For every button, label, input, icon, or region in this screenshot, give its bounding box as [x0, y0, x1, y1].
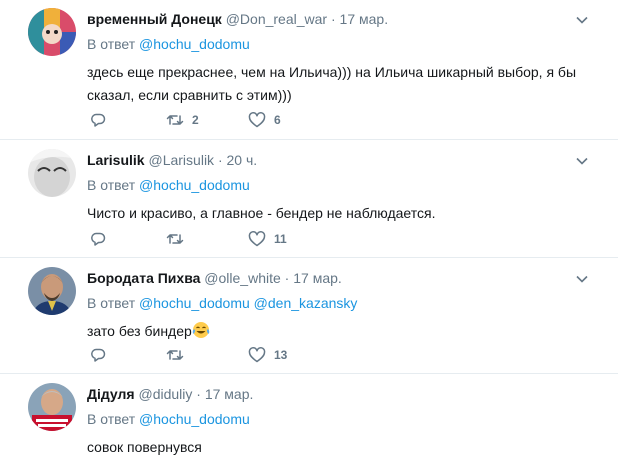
tweet-header: Бородата Пихва @olle_white · 17 мар.	[87, 270, 342, 286]
reply-context: В ответ @hochu_dodomu @den_kazansky	[87, 295, 357, 311]
separator-dot: ·	[330, 11, 336, 27]
like-button[interactable]: 6	[248, 110, 281, 130]
reply-icon	[91, 348, 106, 362]
retweet-button[interactable]	[166, 345, 184, 365]
retweet-icon	[166, 234, 184, 244]
reply-button[interactable]	[89, 229, 107, 249]
tweet-header: Дідуля @diduliy · 17 мар.	[87, 386, 253, 402]
avatar[interactable]	[28, 8, 76, 56]
tweet-text: здесь еще прекраснее, чем на Ильича))) н…	[87, 61, 587, 107]
tweet-text-line: здесь еще прекраснее, чем на Ильича))) н…	[87, 64, 577, 80]
timestamp[interactable]: 20 ч.	[227, 152, 258, 168]
face-with-tears-of-joy-icon	[192, 322, 210, 338]
tweet-text-line: Чисто и красиво, а главное - бендер не н…	[87, 205, 436, 221]
heart-icon	[248, 112, 266, 128]
chevron-down-icon[interactable]	[574, 153, 590, 169]
retweet-count: 2	[192, 113, 199, 127]
like-count: 13	[274, 348, 288, 362]
reply-mention[interactable]: @hochu_dodomu	[139, 36, 250, 52]
reply-button[interactable]	[89, 110, 107, 130]
tweet[interactable]: Larisulik @Larisulik · 20 ч. В ответ @ho…	[0, 141, 618, 258]
tweet-text: зато без биндер	[87, 320, 587, 343]
avatar[interactable]	[28, 383, 76, 431]
chevron-down-icon[interactable]	[574, 12, 590, 28]
display-name[interactable]: Larisulik	[87, 152, 145, 168]
like-button[interactable]: 13	[248, 345, 287, 365]
tweet-text: совок повернувся	[87, 436, 587, 458]
reply-context: В ответ @hochu_dodomu	[87, 177, 250, 193]
user-handle[interactable]: @olle_white	[204, 270, 280, 286]
user-handle[interactable]: @Don_real_war	[226, 11, 327, 27]
tweet-text-line: сказал, если сравнить с этим)))	[87, 87, 292, 103]
reply-context: В ответ @hochu_dodomu	[87, 411, 250, 427]
tweet-text-line: совок повернувся	[87, 439, 202, 455]
like-count: 6	[274, 113, 281, 127]
heart-icon	[248, 231, 266, 247]
reply-prefix: В ответ	[87, 36, 136, 52]
tweet-text-line: зато без биндер	[87, 320, 587, 343]
like-button[interactable]: 11	[248, 229, 287, 249]
retweet-button[interactable]: 2	[166, 110, 199, 130]
chevron-down-icon[interactable]	[574, 271, 590, 287]
separator-dot: ·	[196, 386, 201, 402]
tweet[interactable]: Дідуля @diduliy · 17 мар. В ответ @hochu…	[0, 375, 618, 458]
separator-dot: ·	[217, 152, 223, 168]
action-bar: 13	[89, 345, 449, 365]
timestamp[interactable]: 17 мар.	[293, 270, 342, 286]
reply-icon	[91, 232, 106, 246]
reply-mention[interactable]: @hochu_dodomu	[139, 411, 250, 427]
heart-icon	[248, 347, 266, 363]
display-name[interactable]: Дідуля	[87, 386, 135, 402]
timestamp[interactable]: 17 мар.	[340, 11, 389, 27]
timestamp[interactable]: 17 мар.	[205, 386, 254, 402]
retweet-button[interactable]	[166, 229, 184, 249]
display-name[interactable]: Бородата Пихва	[87, 270, 200, 286]
action-bar: 11	[89, 229, 449, 249]
reply-button[interactable]	[89, 345, 107, 365]
tweet-text-content: зато без биндер	[87, 323, 192, 339]
retweet-icon	[166, 350, 184, 360]
tweet-header: Larisulik @Larisulik · 20 ч.	[87, 152, 257, 168]
avatar[interactable]	[28, 267, 76, 315]
reply-prefix: В ответ	[87, 177, 136, 193]
user-handle[interactable]: @diduliy	[138, 386, 192, 402]
reply-prefix: В ответ	[87, 411, 136, 427]
reply-icon	[91, 113, 106, 127]
reply-mention[interactable]: @den_kazansky	[254, 295, 358, 311]
like-count: 11	[274, 232, 287, 246]
reply-prefix: В ответ	[87, 295, 136, 311]
reply-context: В ответ @hochu_dodomu	[87, 36, 250, 52]
retweet-icon	[166, 115, 184, 125]
avatar[interactable]	[28, 149, 76, 197]
reply-mention[interactable]: @hochu_dodomu	[139, 295, 250, 311]
tweet[interactable]: Бородата Пихва @olle_white · 17 мар. В о…	[0, 259, 618, 374]
tweet[interactable]: временный Донецк @Don_real_war · 17 мар.…	[0, 0, 618, 140]
tweet-text: Чисто и красиво, а главное - бендер не н…	[87, 202, 587, 225]
reply-mention[interactable]: @hochu_dodomu	[139, 177, 250, 193]
separator-dot: ·	[284, 270, 290, 286]
user-handle[interactable]: @Larisulik	[148, 152, 214, 168]
display-name[interactable]: временный Донецк	[87, 11, 222, 27]
tweet-header: временный Донецк @Don_real_war · 17 мар.	[87, 11, 388, 27]
action-bar: 2 6	[89, 110, 449, 130]
